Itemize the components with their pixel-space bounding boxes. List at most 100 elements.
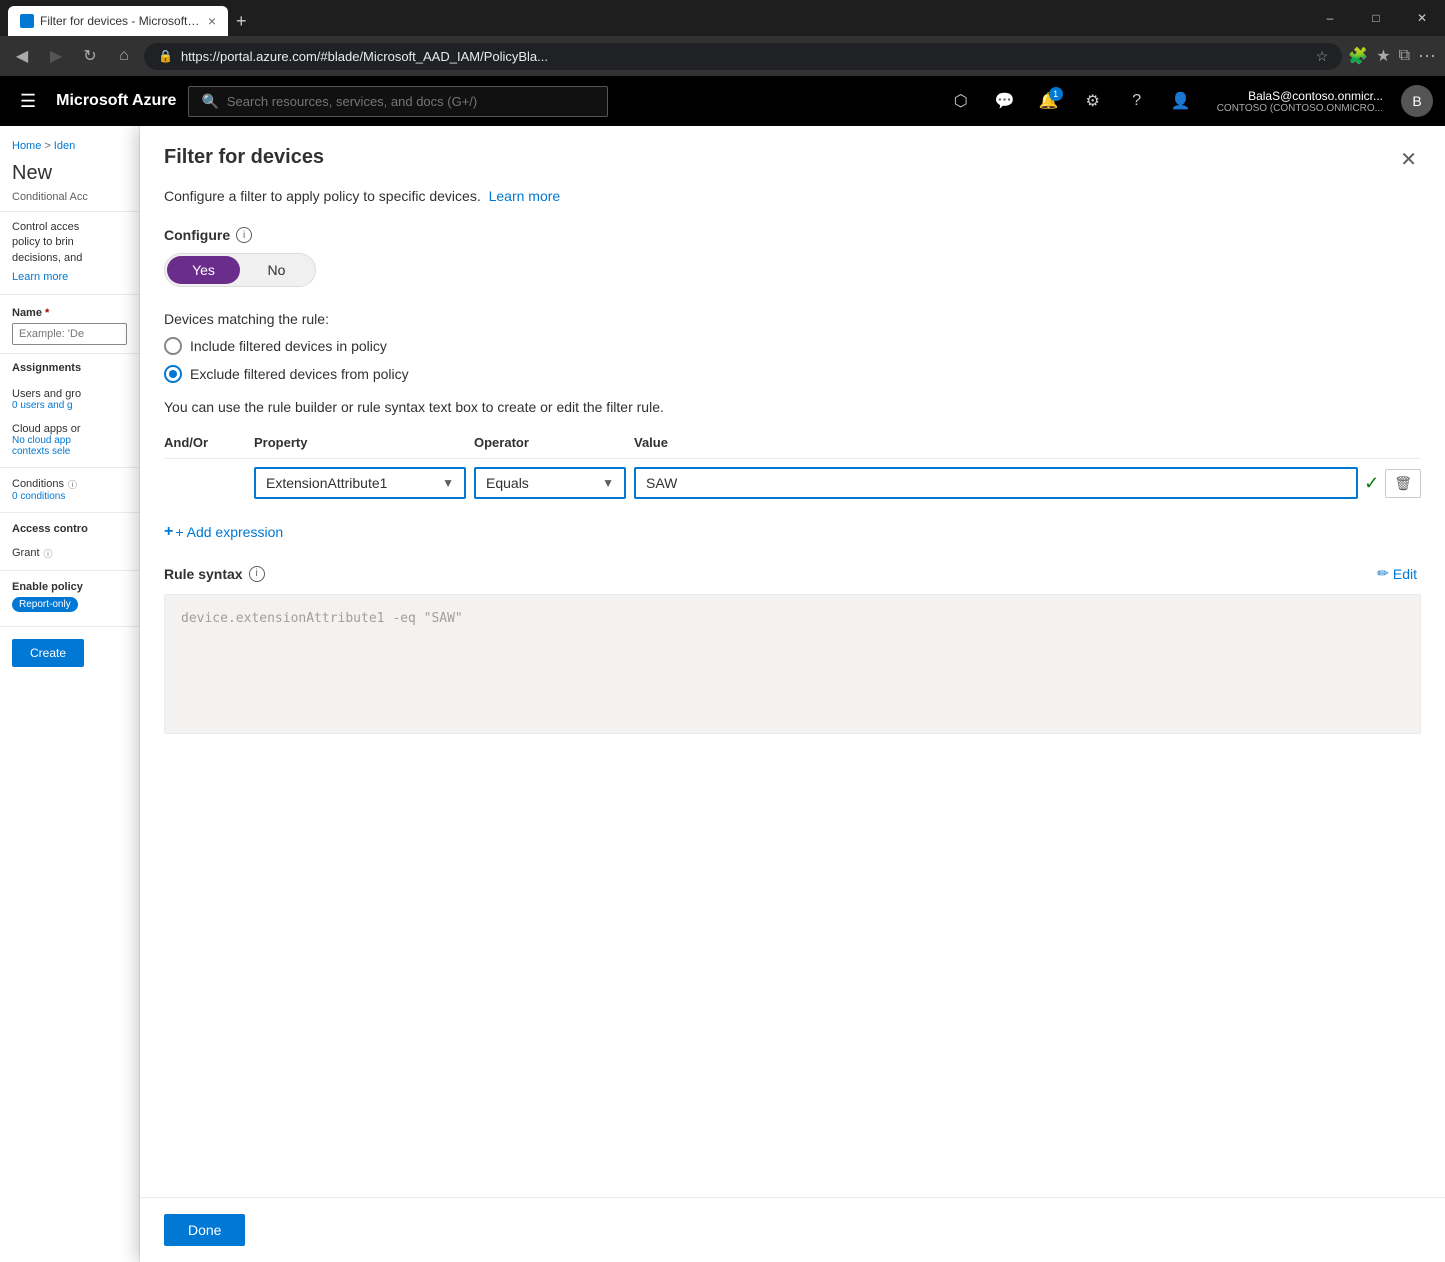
desc-line2: policy to brin: [12, 235, 127, 250]
desc-line3: decisions, and: [12, 251, 127, 266]
panel-description: Configure a filter to apply policy to sp…: [164, 186, 1421, 207]
devices-matching-section: Devices matching the rule: Include filte…: [164, 311, 1421, 383]
panel-body: Configure a filter to apply policy to sp…: [140, 186, 1445, 1197]
users-nav-item[interactable]: Users and gro 0 users and g: [0, 382, 139, 417]
fav-icon[interactable]: ★: [1376, 46, 1390, 66]
toggle-no-button[interactable]: No: [240, 256, 313, 284]
radio-exclude-label: Exclude filtered devices from policy: [190, 366, 409, 382]
window-controls: – □ ✕: [1307, 0, 1445, 36]
toggle-group: Yes No: [164, 253, 316, 287]
rule-syntax-label-row: Rule syntax i: [164, 566, 265, 582]
hamburger-icon[interactable]: ☰: [12, 83, 44, 120]
azure-appbar: ☰ Microsoft Azure 🔍 ⬡ 💬 🔔 1 ⚙ ? 👤 BalaS@…: [0, 76, 1445, 126]
enable-policy-label: Enable policy: [12, 581, 127, 593]
tab-groups-icon[interactable]: ⧉: [1399, 47, 1410, 65]
tab-close-icon[interactable]: ×: [208, 13, 216, 29]
user-info: BalaS@contoso.onmicr... CONTOSO (CONTOSO…: [1217, 89, 1383, 114]
notification-badge: 1: [1049, 87, 1063, 101]
home-button[interactable]: ⌂: [110, 42, 138, 70]
enable-policy-section: Enable policy Report-only: [0, 575, 139, 618]
sidebar-divider-3: [0, 570, 139, 571]
user-avatar[interactable]: B: [1401, 85, 1433, 117]
breadcrumb: Home > Iden: [0, 134, 139, 158]
panel-learn-more-link[interactable]: Learn more: [489, 188, 561, 204]
col-operator: Operator: [474, 427, 634, 459]
address-bar[interactable]: 🔒 https://portal.azure.com/#blade/Micros…: [144, 43, 1342, 70]
name-label: Name *: [12, 307, 49, 319]
forward-button[interactable]: ▶: [42, 42, 70, 70]
radio-exclude-option[interactable]: Exclude filtered devices from policy: [164, 365, 1421, 383]
delete-row-button[interactable]: 🗑: [1385, 469, 1421, 498]
star-icon[interactable]: ☆: [1316, 48, 1329, 65]
rule-value-input[interactable]: [634, 467, 1358, 499]
breadcrumb-iden[interactable]: Iden: [54, 140, 75, 152]
more-menu-icon[interactable]: ⋯: [1418, 46, 1437, 67]
maximize-button[interactable]: □: [1353, 0, 1399, 36]
browser-right-controls: 🧩 ★ ⧉ ⋯: [1348, 46, 1437, 67]
toggle-yes-button[interactable]: Yes: [167, 256, 240, 284]
radio-include-circle: [164, 337, 182, 355]
sidebar-divider-1: [0, 467, 139, 468]
name-input[interactable]: [12, 323, 127, 345]
create-button[interactable]: Create: [12, 639, 84, 667]
property-dropdown[interactable]: ExtensionAttribute1 ▼: [254, 467, 466, 499]
rule-syntax-info-icon[interactable]: i: [249, 566, 265, 582]
col-property: Property: [254, 427, 474, 459]
operator-chevron-icon: ▼: [602, 476, 614, 490]
report-only-badge[interactable]: Report-only: [12, 597, 78, 612]
row-andor-cell: [164, 459, 254, 508]
add-expression-button[interactable]: + + Add expression: [164, 519, 283, 545]
devices-matching-label: Devices matching the rule:: [164, 311, 1421, 327]
cloud-shell-button[interactable]: ⬡: [941, 81, 981, 121]
radio-include-option[interactable]: Include filtered devices in policy: [164, 337, 1421, 355]
operator-value: Equals: [486, 475, 594, 491]
new-tab-button[interactable]: +: [228, 6, 255, 36]
sidebar-description: Control acces policy to brin decisions, …: [0, 211, 139, 294]
browser-chrome: Filter for devices - Microsoft Azu × + –…: [0, 0, 1445, 36]
breadcrumb-home[interactable]: Home: [12, 140, 41, 152]
minimize-button[interactable]: –: [1307, 0, 1353, 36]
conditions-info-icon: ⓘ: [68, 478, 77, 491]
directory-button[interactable]: 👤: [1161, 81, 1201, 121]
settings-button[interactable]: ⚙: [1073, 81, 1113, 121]
user-name: BalaS@contoso.onmicr...: [1248, 89, 1383, 103]
grant-nav-item[interactable]: Grant ⓘ: [0, 541, 139, 566]
tab-title: Filter for devices - Microsoft Azu: [40, 14, 202, 28]
row-operator-cell: Equals ▼: [474, 459, 634, 508]
feedback-button[interactable]: 💬: [985, 81, 1025, 121]
property-value: ExtensionAttribute1: [266, 475, 434, 491]
rule-builder-table: And/Or Property Operator Value Extension…: [164, 427, 1421, 507]
operator-dropdown[interactable]: Equals ▼: [474, 467, 626, 499]
refresh-button[interactable]: ↻: [76, 42, 104, 70]
cloud-apps-nav-item[interactable]: Cloud apps or No cloud app contexts sele: [0, 417, 139, 463]
configure-info-icon[interactable]: i: [236, 227, 252, 243]
search-input[interactable]: [227, 94, 596, 109]
tab-favicon: [20, 14, 34, 28]
assignments-label: Assignments: [12, 362, 127, 374]
azure-search-bar[interactable]: 🔍: [188, 86, 608, 117]
extensions-icon[interactable]: 🧩: [1348, 46, 1368, 66]
main-area: Filter for devices ✕ Configure a filter …: [140, 126, 1445, 1262]
active-tab[interactable]: Filter for devices - Microsoft Azu ×: [8, 6, 228, 36]
value-checkmark-icon: ✓: [1364, 473, 1379, 494]
conditions-nav-item[interactable]: Conditions ⓘ 0 conditions: [0, 472, 139, 508]
configure-label: Configure: [164, 227, 230, 243]
close-window-button[interactable]: ✕: [1399, 0, 1445, 36]
back-button[interactable]: ◀: [8, 42, 36, 70]
edit-rule-button[interactable]: ✏ Edit: [1373, 561, 1421, 586]
add-expression-label: + Add expression: [175, 524, 283, 540]
azure-brand: Microsoft Azure: [56, 92, 176, 110]
assignments-section: Assignments: [0, 353, 139, 382]
grant-info-icon: ⓘ: [44, 547, 53, 560]
access-control-label: Access contro: [0, 517, 139, 541]
panel-close-button[interactable]: ✕: [1396, 146, 1421, 174]
help-button[interactable]: ?: [1117, 81, 1157, 121]
notifications-button[interactable]: 🔔 1: [1029, 81, 1069, 121]
rule-syntax-box: device.extensionAttribute1 -eq "SAW": [164, 594, 1421, 734]
sidebar-learn-more-link[interactable]: Learn more: [12, 270, 127, 285]
done-button[interactable]: Done: [164, 1214, 245, 1246]
add-expression-plus-icon: +: [164, 523, 173, 541]
lock-icon: 🔒: [158, 49, 173, 63]
col-andor: And/Or: [164, 427, 254, 459]
edit-pencil-icon: ✏: [1377, 565, 1389, 582]
